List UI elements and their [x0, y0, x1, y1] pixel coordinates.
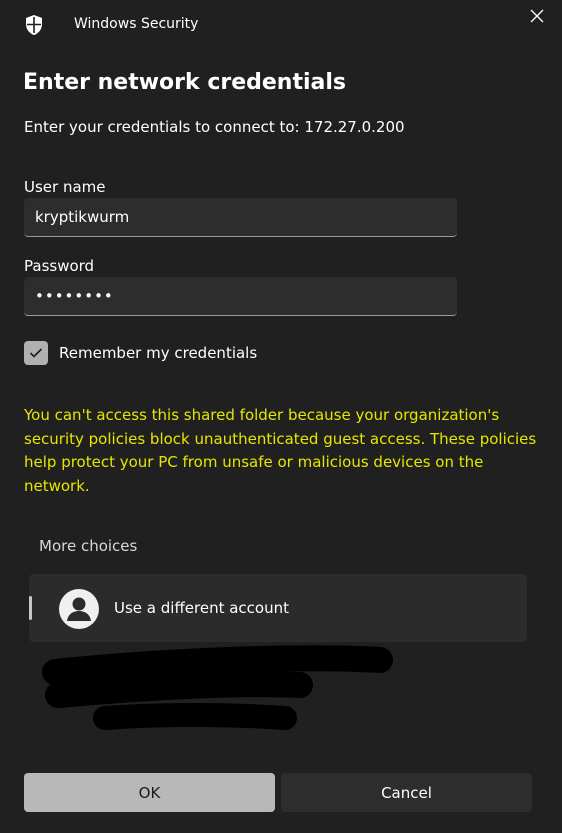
redaction-scribble: [42, 645, 393, 730]
cancel-button[interactable]: Cancel: [281, 773, 532, 812]
credentials-dialog: Windows Security Enter network credentia…: [0, 0, 562, 833]
ok-button[interactable]: OK: [24, 773, 275, 812]
